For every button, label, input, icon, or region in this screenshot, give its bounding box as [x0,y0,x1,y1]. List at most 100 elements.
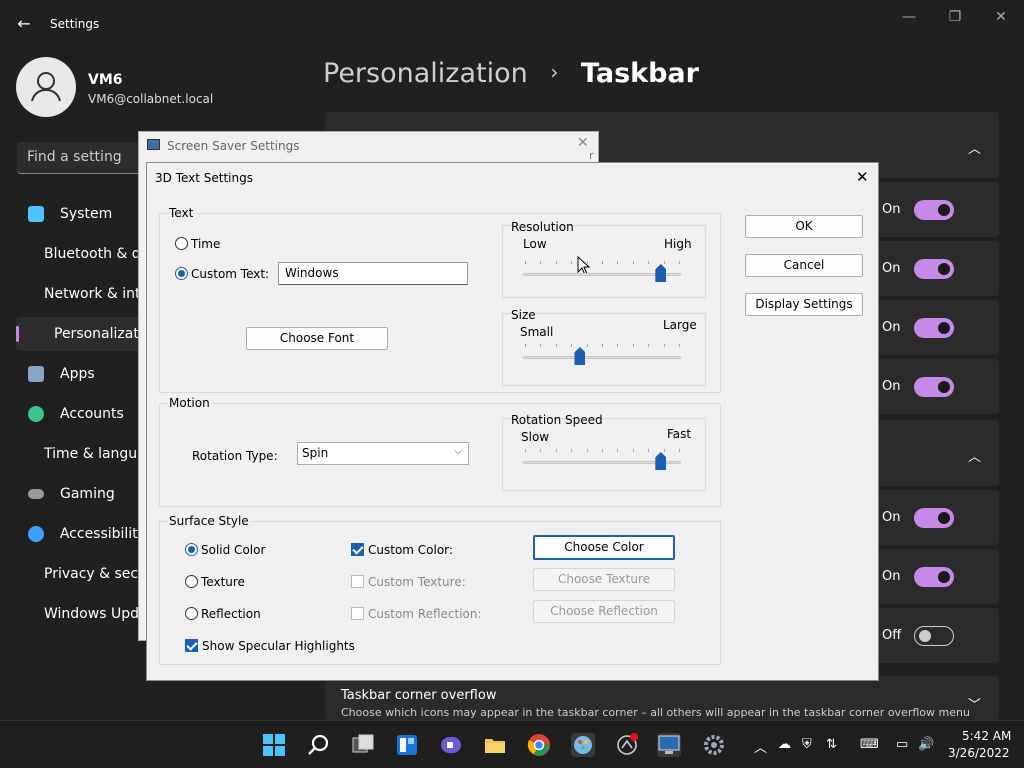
nav-item-privacy[interactable]: Privacy & security [16,557,146,591]
texture-radio[interactable] [185,575,198,588]
slider-tick [632,449,634,452]
windows-start-icon[interactable] [262,733,286,757]
reflection-radio[interactable] [185,607,198,620]
nav-item-accessibility[interactable]: Accessibility [16,517,146,551]
custom-text-radio[interactable] [175,267,188,280]
slider-tick [648,344,650,347]
slider-tick [602,449,603,452]
specular-highlights-checkbox[interactable] [185,639,198,652]
file-explorer-icon[interactable] [483,733,507,757]
time-radio[interactable] [175,237,188,250]
specular-highlights-label[interactable]: Show Specular Highlights [202,639,355,653]
solid-color-label[interactable]: Solid Color [201,543,265,557]
nav-label: Privacy & security [44,566,146,582]
search-icon[interactable] [307,733,331,757]
slider-track[interactable] [523,356,681,359]
minimize-icon[interactable]: — [898,8,920,26]
nav-item-windows-update[interactable]: Windows Update [16,597,146,631]
close-icon[interactable]: ✕ [990,8,1012,26]
back-arrow-icon[interactable]: ← [14,14,34,34]
nav-label: Time & language [44,446,146,462]
maximize-icon[interactable]: ❐ [944,8,966,26]
network-icon[interactable]: ⇅ [826,737,837,752]
toggle-switch[interactable] [914,626,954,646]
display-settings-button[interactable]: Display Settings [745,293,863,316]
slider-tick [679,449,680,452]
reflection-label[interactable]: Reflection [201,607,261,621]
settings-gear-icon[interactable] [702,733,726,757]
volume-icon[interactable]: 🔊 [918,737,934,752]
toggle-switch[interactable] [914,508,954,528]
toggle-label: Off [882,628,902,643]
cloud-icon[interactable]: ☁ [778,737,791,752]
toggle-switch[interactable] [914,259,954,279]
chevron-up-icon[interactable]: ︿ [754,737,767,756]
security-shield-icon[interactable]: ⛨ [802,737,812,752]
toggle-label: On [882,379,901,394]
chrome-icon[interactable] [527,733,551,757]
user-icon [31,72,61,102]
solid-color-radio[interactable] [185,543,198,556]
custom-texture-checkbox[interactable] [351,575,364,588]
choose-color-button[interactable]: Choose Color [533,535,675,560]
group-label: Motion [168,396,211,410]
custom-color-label[interactable]: Custom Color: [368,543,453,557]
choose-reflection-button[interactable]: Choose Reflection [533,600,675,623]
toggle-switch[interactable] [914,200,954,220]
custom-color-checkbox[interactable] [351,543,364,556]
search-input[interactable]: Find a setting [17,142,157,174]
keyboard-icon[interactable]: ⌨ [860,737,879,752]
nav-item-network[interactable]: Network & internet [16,277,146,311]
cancel-button[interactable]: Cancel [745,254,863,277]
nav-item-time-language[interactable]: Time & language [16,437,146,471]
chevron-up-icon[interactable]: ︿ [968,138,981,157]
nav-item-accounts[interactable]: Accounts [16,397,146,431]
toggle-switch[interactable] [914,567,954,587]
chat-icon[interactable] [439,733,463,757]
monitor-tray-icon[interactable]: ▭ [896,737,908,752]
custom-text-input[interactable]: Windows [278,262,468,285]
time-label[interactable]: Time [191,237,220,251]
close-icon[interactable]: ✕ [856,168,869,186]
toggle-switch[interactable] [914,318,954,338]
clock-time[interactable]: 5:42 AM [962,729,1011,743]
nav-item-personalization[interactable]: Personalization [16,317,146,351]
resolution-group [502,225,706,298]
brush-icon [27,328,39,340]
nav-item-system[interactable]: System [16,197,146,231]
slider-tick [540,449,542,452]
nav-label: Apps [60,366,95,382]
close-icon[interactable]: ✕ [577,135,589,151]
clock-date[interactable]: 3/26/2022 [948,746,1010,760]
screen-saver-app-icon[interactable] [657,733,681,757]
custom-text-label[interactable]: Custom Text: [191,267,269,281]
ok-button[interactable]: OK [745,215,863,238]
avatar[interactable] [16,57,76,117]
choose-font-button[interactable]: Choose Font [246,327,388,350]
widgets-icon[interactable] [395,733,419,757]
task-view-icon[interactable] [351,733,375,757]
toggle-label: On [882,510,901,525]
slider-tick [663,261,665,264]
chevron-up-icon[interactable]: ︿ [968,446,981,465]
texture-label[interactable]: Texture [201,575,245,589]
corner-overflow-title: Taskbar corner overflow [341,688,497,703]
rotation-type-select[interactable]: Spin ⌵ [297,442,469,465]
breadcrumb-parent[interactable]: Personalization [323,58,528,89]
screen-saver-title: Screen Saver Settings [167,139,300,153]
apps-icon [28,366,44,382]
choose-texture-button[interactable]: Choose Texture [533,568,675,591]
paint-icon[interactable] [571,733,595,757]
nav-item-bluetooth[interactable]: Bluetooth & devices [16,237,146,271]
custom-reflection-checkbox[interactable] [351,607,364,620]
slider-tick [679,344,680,347]
slider-tick [586,344,588,347]
nav-item-gaming[interactable]: Gaming [16,477,146,511]
app-icon[interactable] [615,733,639,757]
slider-tick [540,344,542,347]
slider-tick [617,449,619,452]
nav-item-apps[interactable]: Apps [16,357,146,391]
toggle-switch[interactable] [914,377,954,397]
chevron-down-icon[interactable]: ﹀ [968,694,981,713]
gamepad-icon [28,489,44,499]
